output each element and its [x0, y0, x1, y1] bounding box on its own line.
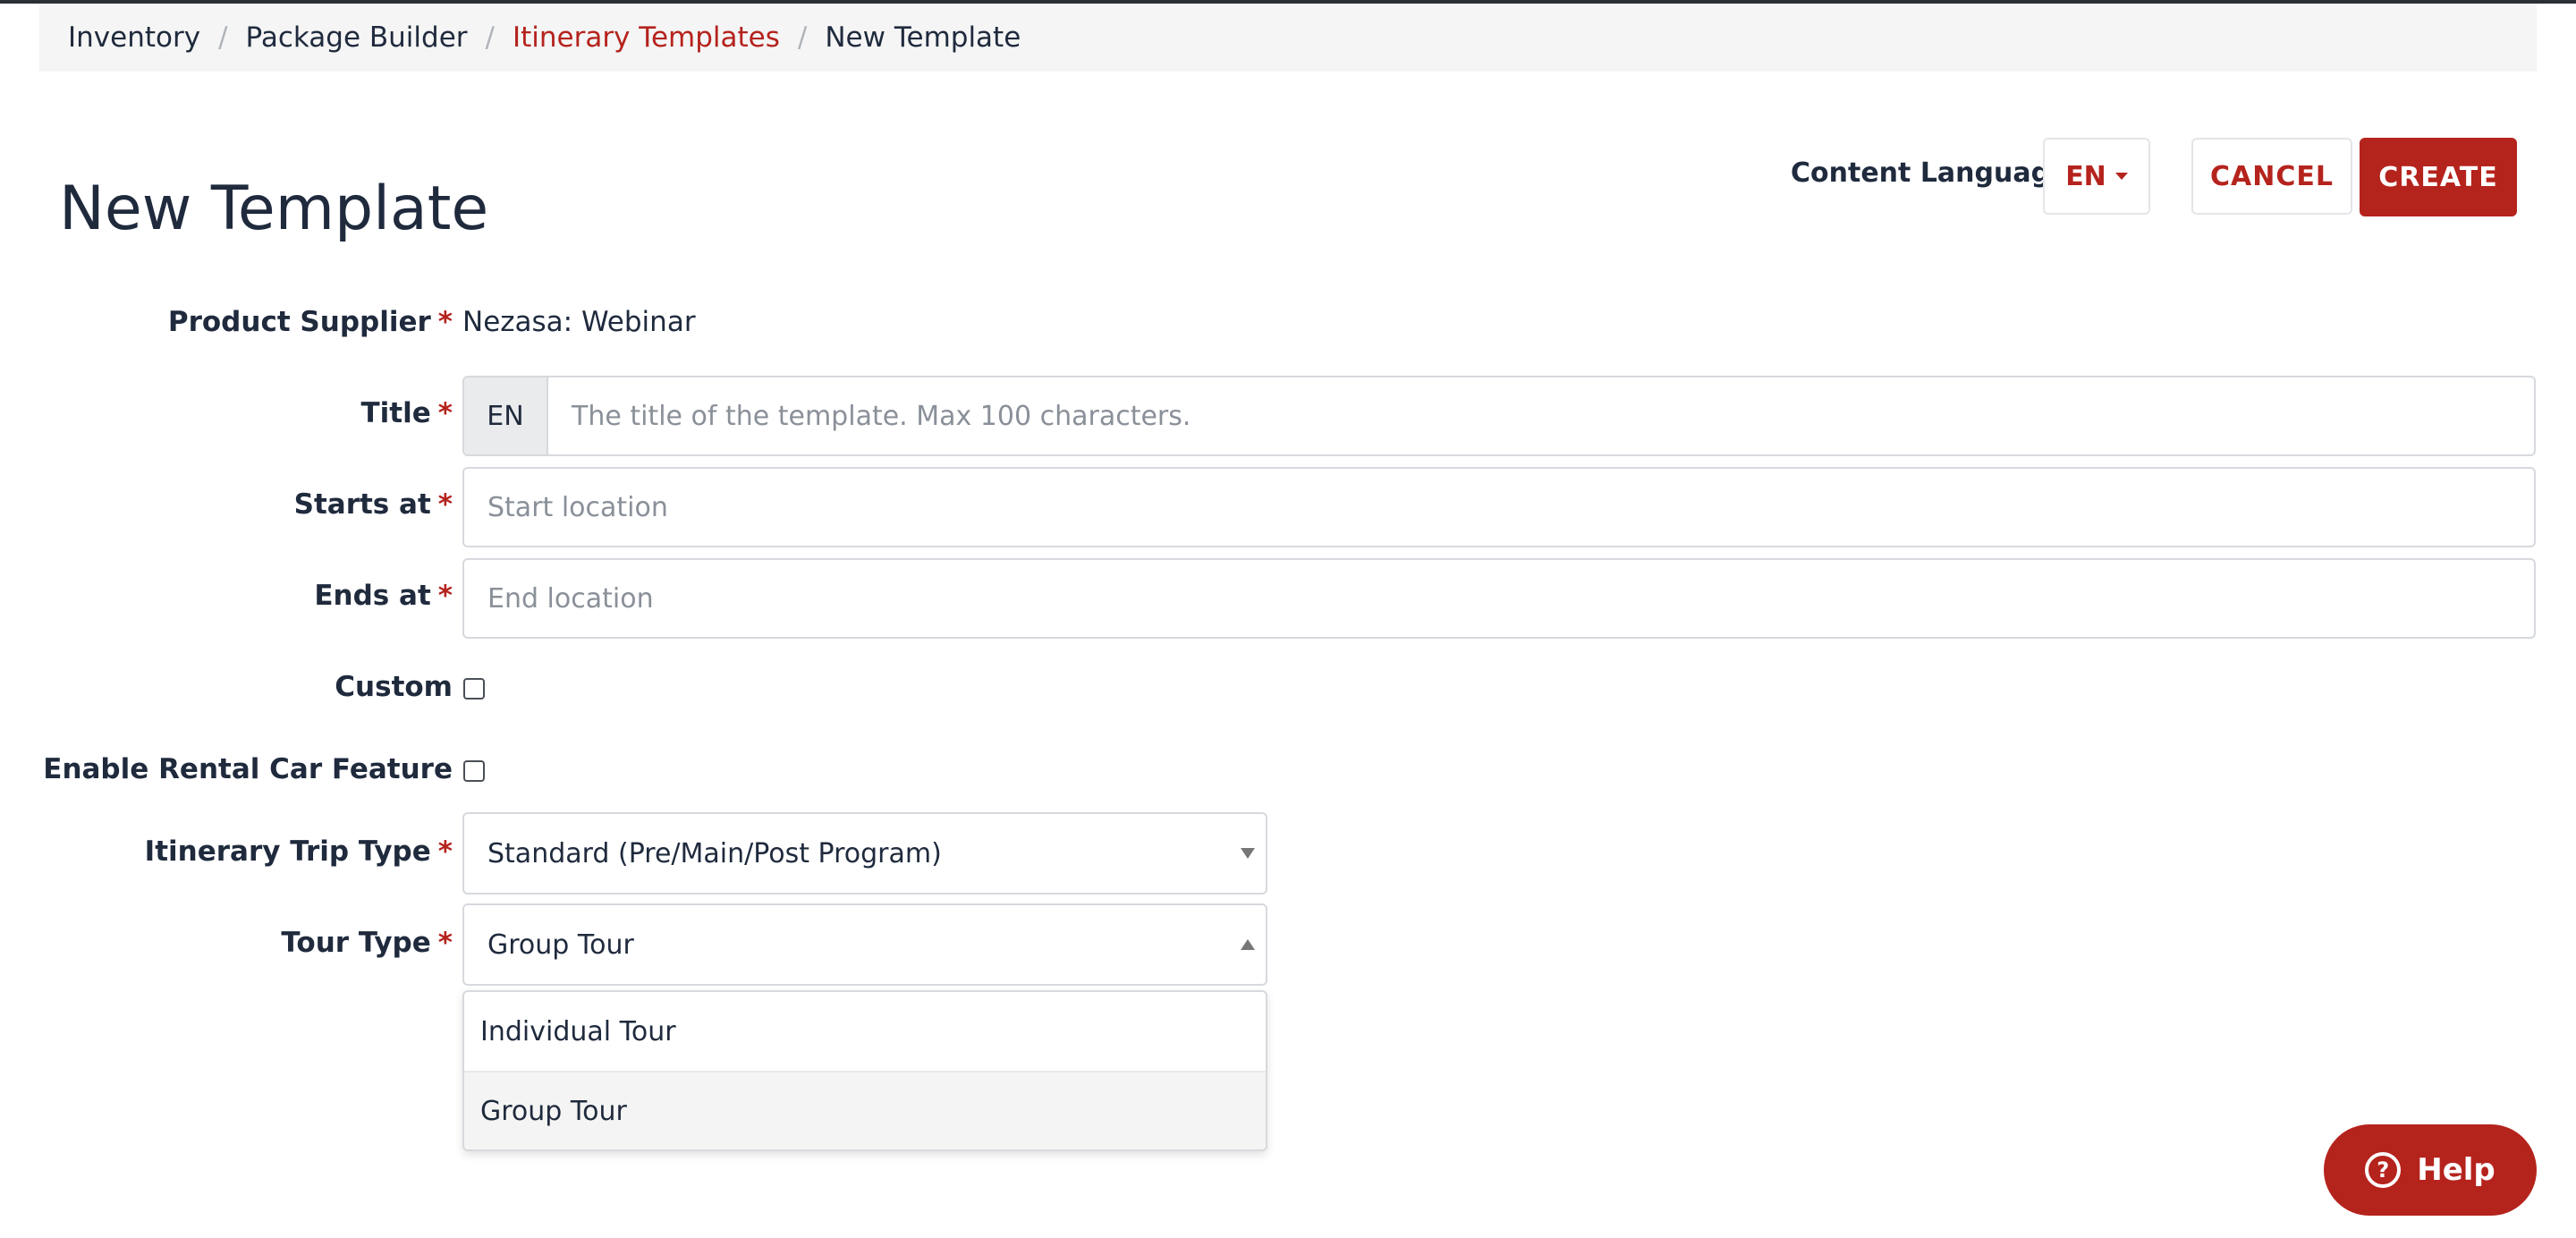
tour-type-value: Group Tour — [487, 928, 634, 961]
tour-type-options: Individual Tour Group Tour — [462, 990, 1267, 1151]
breadcrumb-current: New Template — [825, 21, 1021, 54]
cancel-button[interactable]: CANCEL — [2191, 138, 2352, 215]
breadcrumb-package-builder[interactable]: Package Builder — [246, 21, 468, 54]
breadcrumb-itinerary-templates[interactable]: Itinerary Templates — [513, 21, 780, 54]
option-group-tour[interactable]: Group Tour — [464, 1071, 1266, 1149]
option-individual-tour[interactable]: Individual Tour — [464, 992, 1266, 1071]
required-marker: * — [437, 397, 453, 429]
tour-type-label: Tour Type * — [281, 927, 453, 959]
trip-type-value: Standard (Pre/Main/Post Program) — [487, 837, 942, 869]
help-button[interactable]: ? Help — [2324, 1124, 2537, 1216]
title-label: Title * — [361, 397, 453, 429]
content-language-label: Content Language — [1791, 157, 2069, 189]
trip-type-label-text: Itinerary Trip Type — [144, 835, 431, 868]
breadcrumb-inventory[interactable]: Inventory — [68, 21, 200, 54]
title-input[interactable]: EN The title of the template. Max 100 ch… — [462, 376, 2536, 456]
starts-at-label-text: Starts at — [293, 488, 431, 521]
caret-down-icon — [2114, 173, 2128, 180]
breadcrumb-separator: / — [485, 21, 495, 54]
rental-car-checkbox[interactable] — [463, 760, 485, 782]
tour-type-select[interactable]: Group Tour — [462, 903, 1267, 986]
custom-label: Custom — [335, 671, 453, 703]
ends-at-label-text: Ends at — [314, 580, 431, 612]
end-location-placeholder: End location — [487, 582, 654, 615]
starts-at-label: Starts at * — [294, 488, 453, 521]
required-marker: * — [437, 927, 453, 959]
trip-type-select[interactable]: Standard (Pre/Main/Post Program) — [462, 812, 1267, 895]
title-label-text: Title — [360, 397, 431, 429]
product-supplier-value: Nezasa: Webinar — [462, 306, 696, 338]
start-location-placeholder: Start location — [487, 491, 668, 523]
breadcrumb: Inventory / Package Builder / Itinerary … — [39, 4, 2537, 72]
rental-car-label: Enable Rental Car Feature — [43, 753, 453, 785]
title-language-addon: EN — [464, 377, 548, 454]
product-supplier-label: Product Supplier * — [168, 306, 453, 338]
breadcrumb-separator: / — [797, 21, 808, 54]
content-language-value: EN — [2065, 160, 2106, 192]
page-title: New Template — [59, 174, 489, 244]
help-label: Help — [2417, 1152, 2496, 1188]
create-button[interactable]: CREATE — [2360, 138, 2517, 216]
tour-type-label-text: Tour Type — [281, 927, 431, 959]
triangle-down-icon — [1241, 848, 1255, 859]
question-circle-icon: ? — [2365, 1152, 2402, 1188]
triangle-up-icon — [1241, 939, 1255, 950]
start-location-input[interactable]: Start location — [462, 467, 2536, 547]
content-language-dropdown[interactable]: EN — [2043, 138, 2150, 215]
end-location-input[interactable]: End location — [462, 558, 2536, 639]
required-marker: * — [437, 306, 453, 338]
custom-checkbox[interactable] — [463, 678, 485, 700]
breadcrumb-separator: / — [218, 21, 228, 54]
ends-at-label: Ends at * — [314, 580, 453, 612]
trip-type-label: Itinerary Trip Type * — [145, 835, 453, 868]
product-supplier-label-text: Product Supplier — [167, 306, 431, 338]
title-placeholder: The title of the template. Max 100 chara… — [572, 400, 1191, 432]
required-marker: * — [437, 580, 453, 612]
required-marker: * — [437, 835, 453, 868]
required-marker: * — [437, 488, 453, 521]
